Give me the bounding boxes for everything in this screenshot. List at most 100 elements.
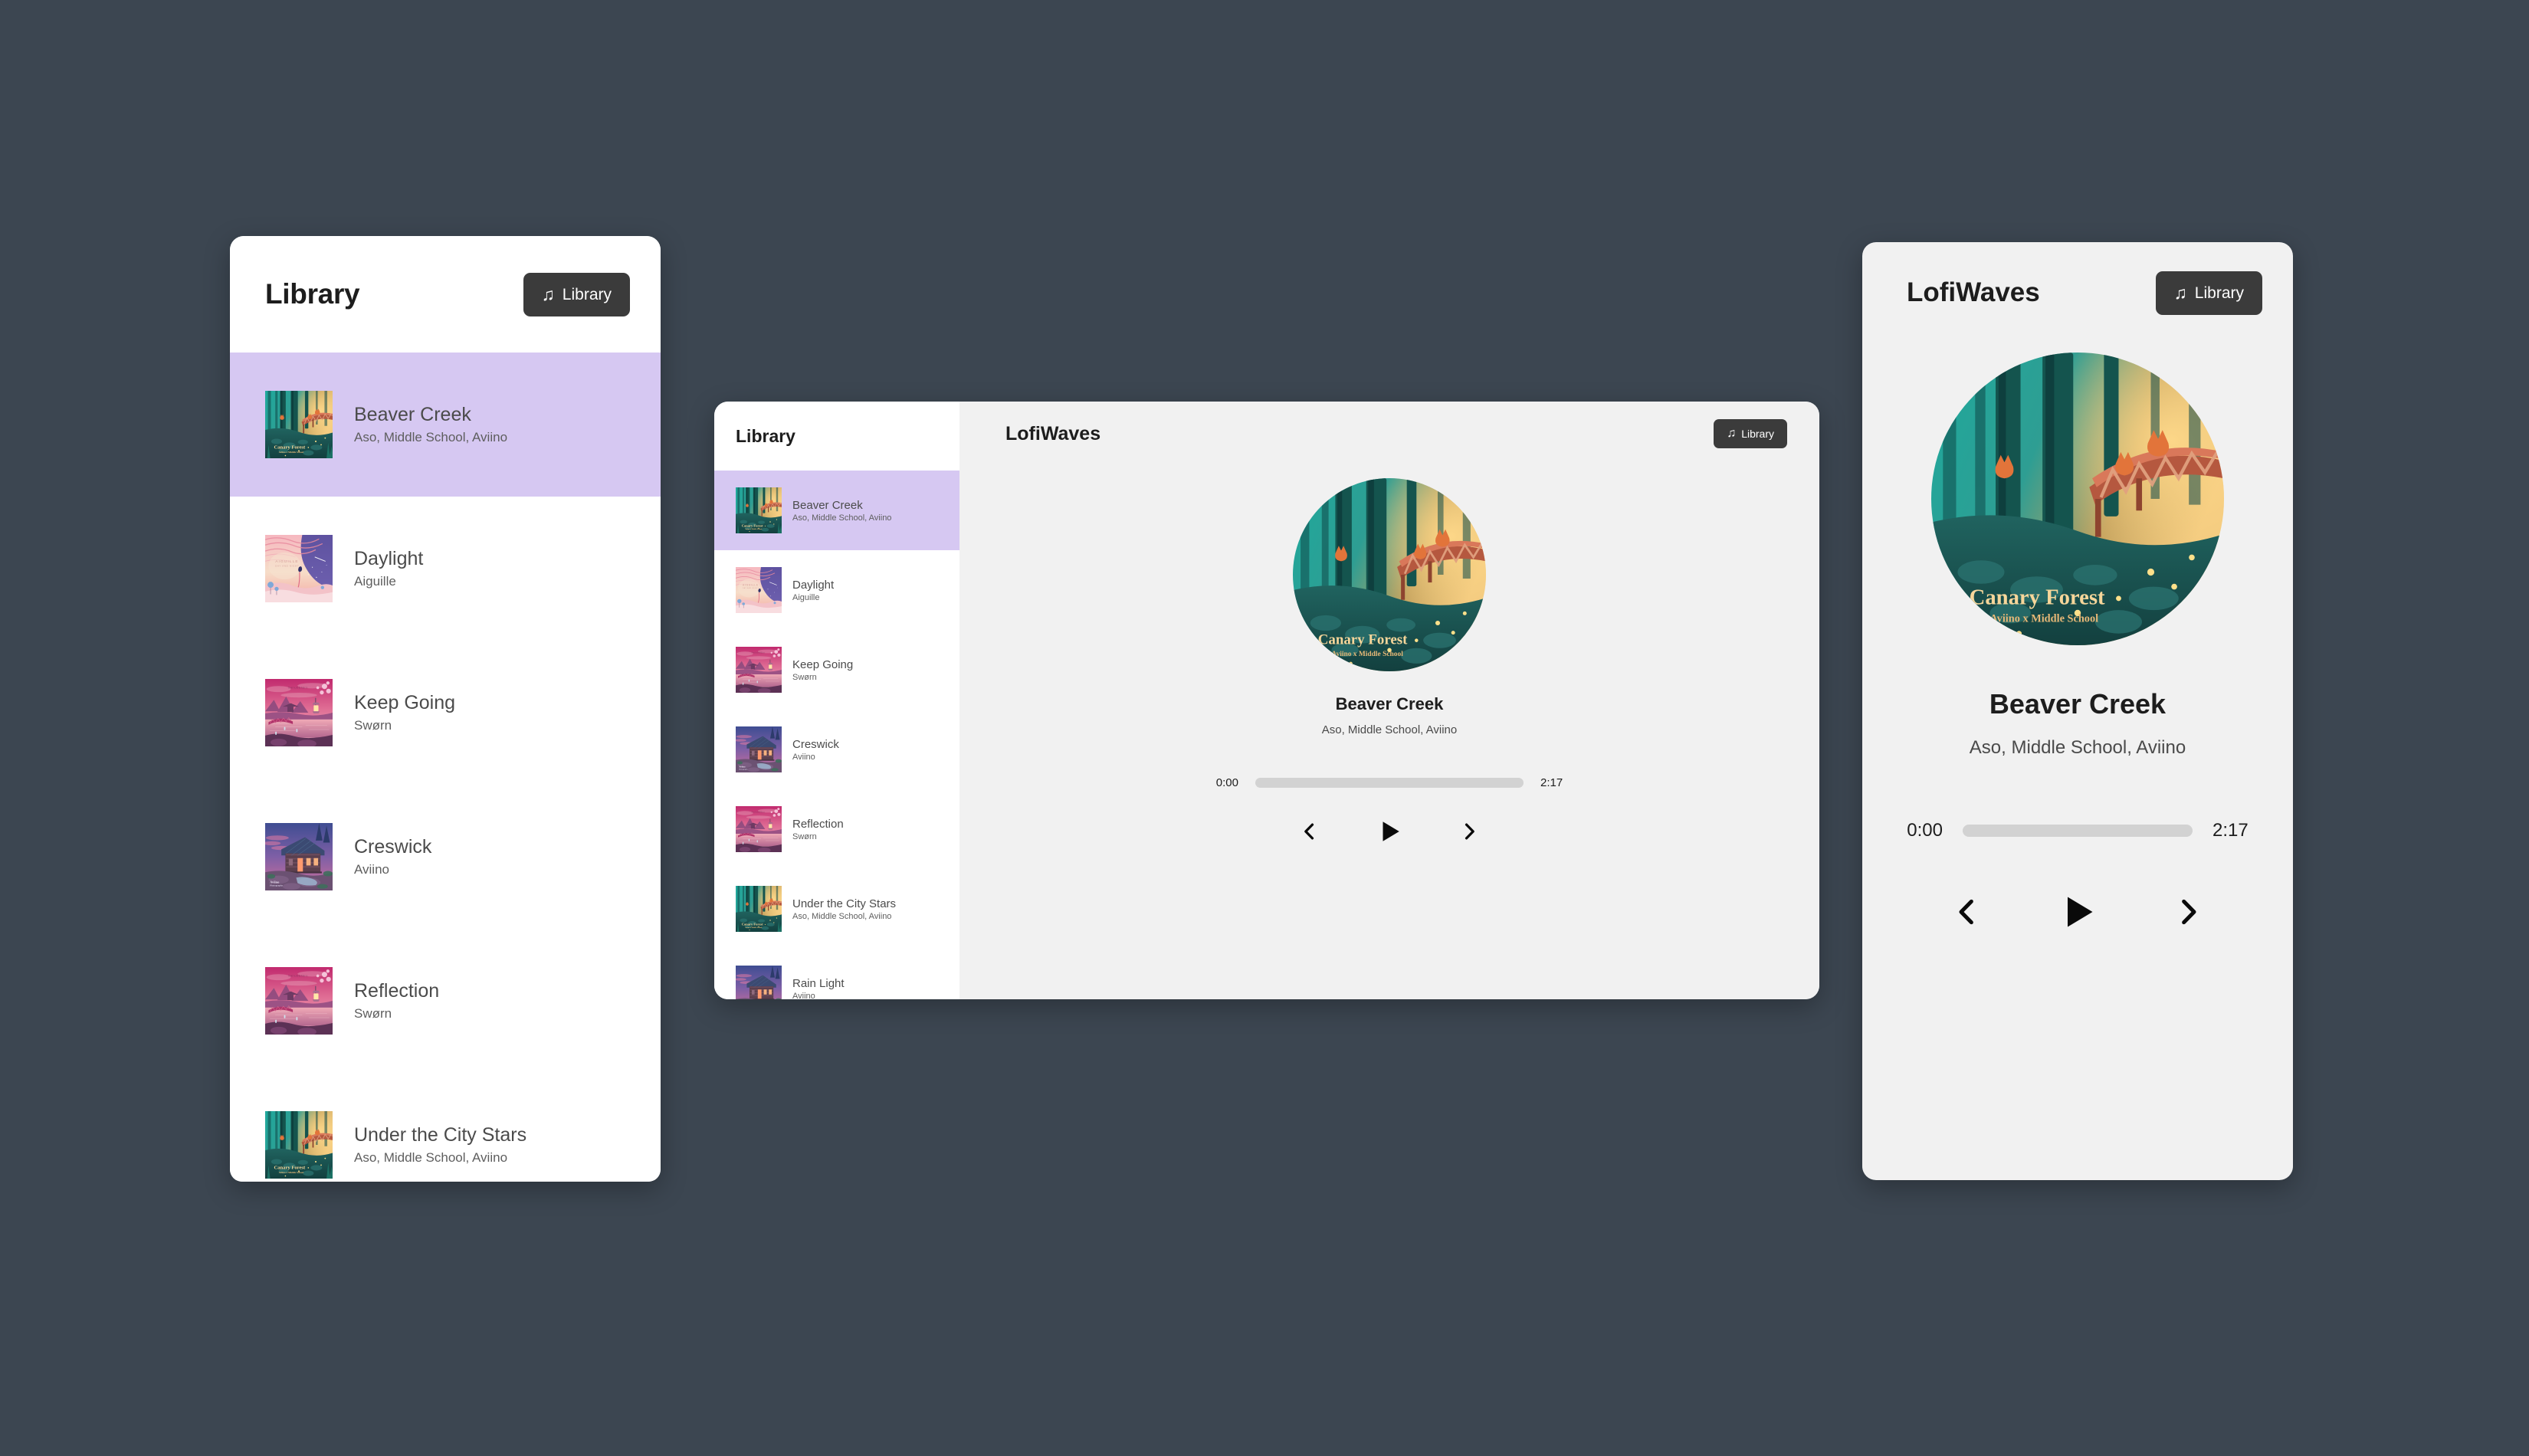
track-title: Keep Going — [792, 657, 854, 671]
current-time: 0:00 — [1215, 776, 1238, 789]
track-meta: Daylight Aiguille — [792, 579, 834, 602]
track-title: Creswick — [354, 836, 432, 858]
library-list-item[interactable]: Creswick Aviino — [230, 785, 661, 929]
progress-row: 0:00 2:17 — [1907, 820, 2248, 841]
track-title: Reflection — [792, 817, 844, 831]
album-art-thumbnail — [265, 1111, 333, 1179]
album-art-thumbnail — [265, 823, 333, 890]
tablet-player: LofiWaves ♫ Library Beaver Creek Aso, Mi… — [959, 402, 1819, 999]
library-button-label: Library — [562, 285, 612, 303]
skip-forward-icon — [2182, 899, 2196, 925]
track-title: Daylight — [354, 548, 424, 569]
album-art-disc — [1293, 478, 1486, 671]
library-list-item[interactable]: Creswick Aviino — [714, 710, 959, 789]
track-artist: Aso, Middle School, Aviino — [354, 1150, 508, 1165]
track-artist: Swørn — [792, 831, 817, 841]
track-meta: Daylight Aiguille — [354, 548, 423, 589]
library-list-item[interactable]: Daylight Aiguille — [230, 497, 661, 641]
track-title: Daylight — [792, 578, 835, 592]
track-artist: Swørn — [354, 1006, 392, 1021]
next-button[interactable] — [2173, 897, 2203, 927]
skip-forward-icon — [1465, 823, 1474, 840]
album-art-thumbnail — [736, 886, 782, 932]
music-note-icon: ♫ — [1727, 427, 1737, 440]
track-artist: Aso, Middle School, Aviino — [792, 911, 892, 921]
desktop-panel: Library ♫ Library Beaver Creek Aso, Middl… — [230, 236, 661, 1182]
progress-slider[interactable] — [1255, 778, 1524, 788]
library-list-item[interactable]: Keep Going Swørn — [714, 630, 959, 710]
skip-back-icon — [1304, 823, 1314, 840]
album-art-thumbnail — [736, 966, 782, 999]
album-art-thumbnail — [265, 679, 333, 746]
track-artist: Aso, Middle School, Aviino — [354, 430, 508, 444]
library-list-item[interactable]: Reflection Swørn — [714, 789, 959, 869]
duration: 2:17 — [1540, 776, 1563, 789]
library-button[interactable]: ♫ Library — [523, 272, 630, 316]
album-art-thumbnail — [265, 535, 333, 602]
library-list-item[interactable]: Beaver Creek Aso, Middle School, Aviino — [230, 353, 661, 497]
duration: 2:17 — [2212, 820, 2249, 841]
library-list-item[interactable]: Under the City Stars Aso, Middle School, … — [714, 869, 959, 949]
play-button[interactable] — [1376, 818, 1402, 844]
library-list-item[interactable]: Reflection Swørn — [230, 929, 661, 1073]
track-artist: Aviino — [792, 991, 815, 1000]
album-art-thumbnail — [736, 487, 782, 533]
album-art-thumbnail — [736, 806, 782, 852]
playback-controls — [1300, 818, 1479, 844]
progress-slider[interactable] — [1963, 825, 2193, 837]
now-playing-artists: Aso, Middle School, Aviino — [1969, 737, 2186, 758]
play-icon — [2068, 897, 2093, 927]
library-list-item[interactable]: Rain Light Aviino — [714, 949, 959, 999]
previous-button[interactable] — [1952, 897, 1983, 927]
track-title: Beaver Creek — [354, 404, 471, 425]
library-button[interactable]: ♫ Library — [1714, 419, 1787, 448]
playback-controls — [1952, 892, 2203, 932]
track-meta: Keep Going Swørn — [354, 692, 455, 733]
track-artist: Swørn — [354, 718, 392, 733]
play-button[interactable] — [2058, 892, 2098, 932]
page-title: Library — [265, 278, 360, 310]
library-button[interactable]: ♫ Library — [2155, 271, 2262, 315]
album-art-thumbnail — [736, 567, 782, 613]
track-meta: Rain Light Aviino — [792, 977, 845, 1000]
mobile-topbar: LofiWaves ♫ Library — [1862, 242, 2293, 343]
library-list[interactable]: Beaver Creek Aso, Middle School, Aviino Da… — [714, 471, 959, 999]
track-artist: Aviino — [354, 862, 389, 877]
now-playing-title: Beaver Creek — [1989, 688, 2167, 720]
now-playing-title: Beaver Creek — [1335, 694, 1444, 713]
skip-back-icon — [1959, 899, 1973, 925]
album-art-disc — [1931, 353, 2224, 645]
now-playing-artists: Aso, Middle School, Aviino — [1321, 723, 1458, 736]
track-meta: Keep Going Swørn — [792, 658, 853, 682]
tablet-sidebar: Library Beaver Creek Aso, Middle School, … — [714, 402, 959, 999]
library-list-item[interactable]: Under the City Stars Aso, Middle School, … — [230, 1073, 661, 1182]
next-button[interactable] — [1459, 821, 1479, 841]
track-title: Beaver Creek — [792, 498, 863, 512]
app-brand: LofiWaves — [1005, 422, 1101, 444]
current-time: 0:00 — [1907, 820, 1943, 841]
track-title: Keep Going — [354, 692, 456, 713]
library-list-item[interactable]: Beaver Creek Aso, Middle School, Aviino — [714, 471, 959, 550]
previous-button[interactable] — [1300, 821, 1320, 841]
track-title: Reflection — [354, 980, 440, 1002]
track-meta: Creswick Aviino — [354, 836, 431, 877]
track-meta: Under the City Stars Aso, Middle School, … — [354, 1124, 526, 1166]
library-list-item[interactable]: Keep Going Swørn — [230, 641, 661, 785]
track-meta: Beaver Creek Aso, Middle School, Aviino — [354, 404, 507, 445]
tablet-topbar: LofiWaves ♫ Library — [959, 402, 1819, 466]
track-title: Rain Light — [792, 976, 845, 990]
desktop-header: Library ♫ Library — [230, 236, 661, 353]
album-art-thumbnail — [265, 967, 333, 1035]
library-list[interactable]: Beaver Creek Aso, Middle School, Aviino Da… — [230, 353, 661, 1182]
track-artist: Aiguille — [354, 574, 396, 589]
track-meta: Reflection Swørn — [354, 980, 439, 1021]
tablet-panel: Library Beaver Creek Aso, Middle School, … — [714, 402, 1819, 999]
tablet-sidebar-header: Library — [714, 402, 959, 471]
progress-row: 0:00 2:17 — [1216, 776, 1563, 789]
track-title: Under the City Stars — [354, 1124, 527, 1146]
track-meta: Under the City Stars Aso, Middle School, … — [792, 897, 896, 921]
library-button-label: Library — [1741, 428, 1774, 440]
track-meta: Creswick Aviino — [792, 738, 839, 762]
music-note-icon: ♫ — [2173, 282, 2187, 303]
library-list-item[interactable]: Daylight Aiguille — [714, 550, 959, 630]
